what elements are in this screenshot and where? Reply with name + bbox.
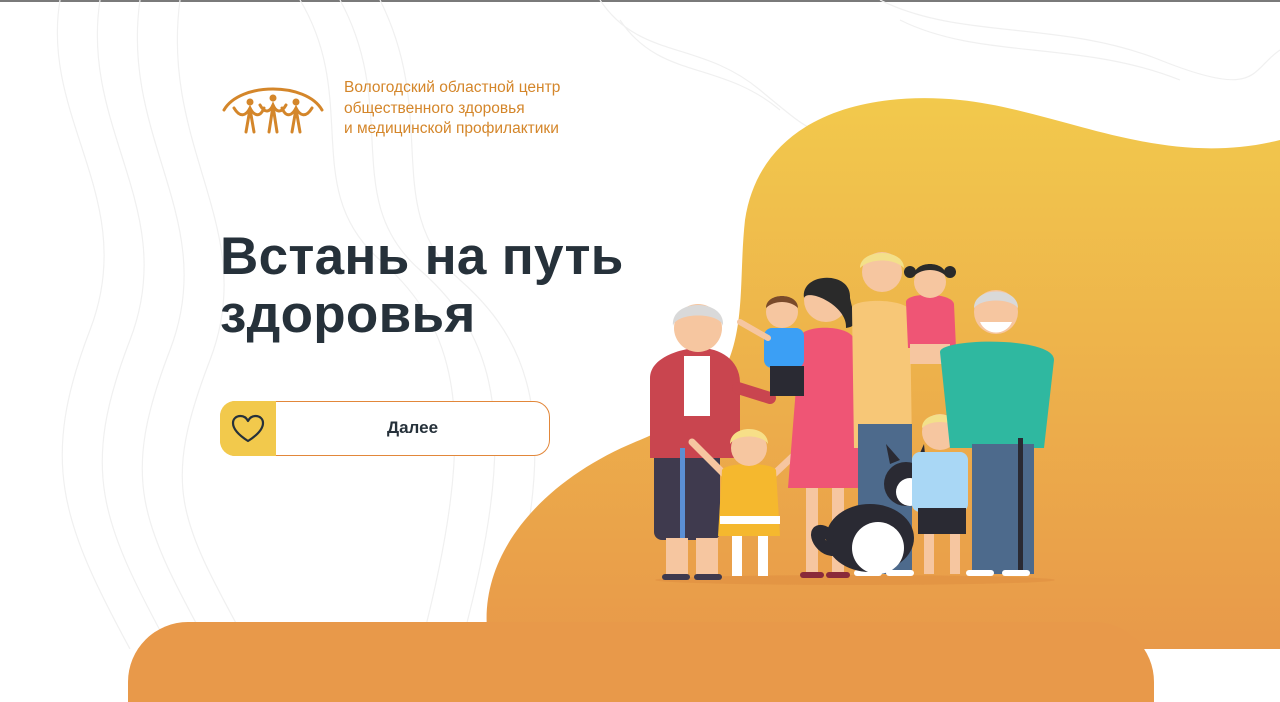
heart-icon: [231, 414, 265, 442]
org-name-line2: общественного здоровья: [344, 99, 525, 117]
next-button-label: Далее: [386, 418, 439, 437]
hero-headline: Встань на путь здоровья: [220, 228, 624, 344]
hero-headline-line1: Встань на путь: [220, 227, 624, 286]
org-name: Вологодский областной центр общественног…: [344, 78, 560, 140]
org-name-line3: и медицинской профилактики: [344, 120, 559, 138]
next-button[interactable]: Далее: [220, 401, 550, 456]
family-illustration: [650, 252, 1055, 585]
hero-headline-line2: здоровья: [220, 285, 476, 344]
heart-badge: [220, 401, 276, 456]
org-name-line1: Вологодский областной центр: [344, 79, 561, 97]
people-arc-logo-icon: [222, 87, 324, 134]
toddler-boy-figure: [737, 296, 804, 396]
org-logo[interactable]: Вологодский областной центр общественног…: [220, 78, 560, 140]
bottom-panel: [128, 622, 1154, 702]
